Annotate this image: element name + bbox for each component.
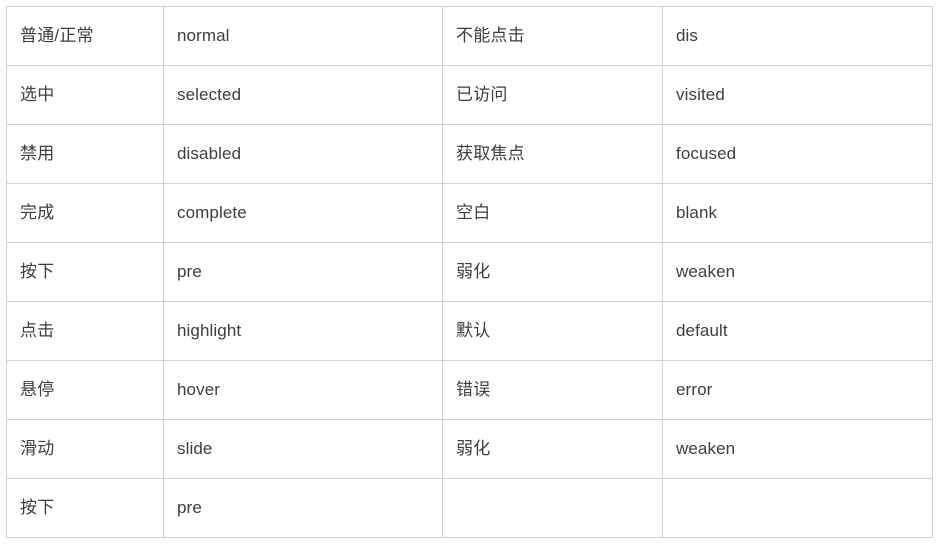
table-row: 完成 complete 空白 blank bbox=[6, 183, 933, 243]
cell-chinese-state-right: 错误 bbox=[442, 360, 663, 420]
cell-english-state-left: slide bbox=[163, 419, 443, 479]
cell-english-state-left: highlight bbox=[163, 301, 443, 361]
cell-english-state-right: dis bbox=[662, 6, 933, 66]
state-table-container: 普通/正常 normal 不能点击 dis 选中 selected 已访问 vi… bbox=[0, 0, 944, 552]
cell-chinese-state-left: 完成 bbox=[6, 183, 164, 243]
table-row: 悬停 hover 错误 error bbox=[6, 360, 933, 420]
cell-english-state-left: pre bbox=[163, 478, 443, 538]
cell-chinese-state-right: 不能点击 bbox=[442, 6, 663, 66]
cell-chinese-state-left: 按下 bbox=[6, 478, 164, 538]
cell-chinese-state-right: 默认 bbox=[442, 301, 663, 361]
cell-english-state-right: error bbox=[662, 360, 933, 420]
cell-english-state-left: disabled bbox=[163, 124, 443, 184]
cell-english-state-right: default bbox=[662, 301, 933, 361]
cell-chinese-state-right: 弱化 bbox=[442, 419, 663, 479]
cell-english-state-right: blank bbox=[662, 183, 933, 243]
table-row: 普通/正常 normal 不能点击 dis bbox=[6, 6, 933, 66]
table-row: 选中 selected 已访问 visited bbox=[6, 65, 933, 125]
cell-english-state-left: complete bbox=[163, 183, 443, 243]
cell-english-state-right: weaken bbox=[662, 242, 933, 302]
cell-english-state-left: selected bbox=[163, 65, 443, 125]
table-row: 点击 highlight 默认 default bbox=[6, 301, 933, 361]
cell-chinese-state-left: 普通/正常 bbox=[6, 6, 164, 66]
cell-chinese-state-right: 已访问 bbox=[442, 65, 663, 125]
cell-english-state-left: normal bbox=[163, 6, 443, 66]
cell-chinese-state-left: 选中 bbox=[6, 65, 164, 125]
cell-english-state-left: hover bbox=[163, 360, 443, 420]
cell-chinese-state-right: 获取焦点 bbox=[442, 124, 663, 184]
table-body: 普通/正常 normal 不能点击 dis 选中 selected 已访问 vi… bbox=[6, 6, 933, 538]
cell-chinese-state-right: 弱化 bbox=[442, 242, 663, 302]
cell-chinese-state-left: 滑动 bbox=[6, 419, 164, 479]
cell-chinese-state-right: 空白 bbox=[442, 183, 663, 243]
cell-chinese-state-left: 悬停 bbox=[6, 360, 164, 420]
cell-english-state-right-empty bbox=[662, 478, 933, 538]
cell-chinese-state-left: 点击 bbox=[6, 301, 164, 361]
table-row: 按下 pre 弱化 weaken bbox=[6, 242, 933, 302]
cell-english-state-right: focused bbox=[662, 124, 933, 184]
cell-english-state-right: weaken bbox=[662, 419, 933, 479]
cell-english-state-left: pre bbox=[163, 242, 443, 302]
cell-english-state-right: visited bbox=[662, 65, 933, 125]
ui-state-terminology-table: 普通/正常 normal 不能点击 dis 选中 selected 已访问 vi… bbox=[6, 6, 933, 538]
table-row: 按下 pre bbox=[6, 478, 933, 538]
table-row: 禁用 disabled 获取焦点 focused bbox=[6, 124, 933, 184]
cell-chinese-state-left: 按下 bbox=[6, 242, 164, 302]
table-row: 滑动 slide 弱化 weaken bbox=[6, 419, 933, 479]
cell-chinese-state-left: 禁用 bbox=[6, 124, 164, 184]
cell-chinese-state-right-empty bbox=[442, 478, 663, 538]
